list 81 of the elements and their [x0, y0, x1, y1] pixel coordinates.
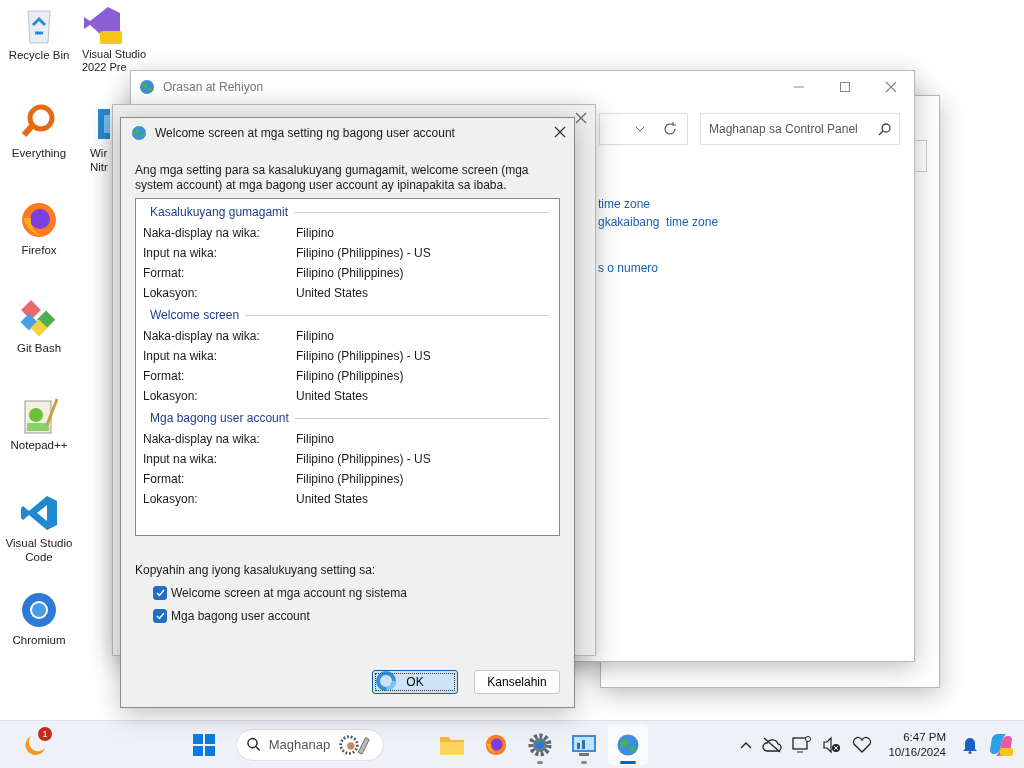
settings-link[interactable]: time zone — [598, 195, 914, 213]
taskbar-search-field[interactable]: Maghanap — [236, 728, 384, 761]
settings-icon — [528, 732, 552, 757]
taskbar-app-button[interactable] — [608, 724, 648, 765]
setting-value: United States — [296, 389, 370, 403]
setting-label: Format: — [143, 369, 186, 383]
desktop-icon-label: Visual Studio 2022 Pre — [82, 48, 147, 74]
setting-label: Input na wika: — [143, 349, 219, 363]
setting-value: Filipino — [296, 226, 335, 240]
notification-badge: 1 — [38, 726, 52, 741]
copy-label: Kopyahin ang iyong kasalukuyang setting sa: — [135, 563, 377, 577]
start-icon[interactable] — [193, 733, 215, 756]
desktop-icon-label: Recycle Bin — [7, 48, 71, 62]
setting-label: Format: — [143, 472, 186, 486]
setting-value: United States — [296, 492, 370, 506]
bell-icon[interactable] — [962, 735, 978, 754]
globe-icon — [131, 125, 147, 141]
desktop-icon-label: Git Bash — [15, 341, 63, 355]
group-title: Kasalukuyang gumagamit — [150, 205, 289, 219]
globe-icon — [616, 732, 640, 757]
monitor-chart-icon — [571, 732, 597, 757]
settings-link[interactable]: s o numero — [598, 259, 914, 277]
setting-value: Filipino (Philippines) — [296, 369, 405, 383]
setting-value: Filipino — [296, 432, 335, 446]
search-icon — [878, 122, 891, 136]
dialog-button[interactable]: OK — [372, 670, 458, 694]
setting-value: Filipino — [296, 329, 335, 343]
description-text: Ang mga setting para sa kasalukuyang gumagamit, welcome screen (mga system account) at mga bagong user account ay ipinapakita sa ibaba. — [135, 163, 530, 193]
desktop-icon-label: Wir Nitr — [90, 146, 109, 174]
setting-label: Lokasyon: — [143, 389, 199, 403]
checkbox[interactable] — [153, 586, 167, 600]
close-icon[interactable] — [554, 125, 566, 138]
setting-label: Input na wika: — [143, 452, 219, 466]
vs-app-icon[interactable] — [82, 5, 122, 45]
desktop-icon-label: Everything — [10, 146, 68, 160]
search-field[interactable]: Maghanap sa Control Panel — [700, 113, 900, 145]
search-icon — [247, 737, 261, 752]
setting-label: Naka-display na wika: — [143, 432, 261, 446]
desktop-icon-label: Visual Studio Code — [4, 536, 74, 564]
checkbox-label[interactable]: Welcome screen at mga account ng sistema — [171, 586, 407, 600]
checkbox-label[interactable]: Mga bagong user account — [171, 609, 310, 623]
setting-label: Naka-display na wika: — [143, 226, 261, 240]
checkbox[interactable] — [153, 609, 167, 623]
desktop-icon-label: Chromium — [11, 633, 67, 647]
setting-value: Filipino (Philippines) — [296, 266, 405, 280]
display-icon[interactable] — [792, 735, 813, 754]
close-icon[interactable] — [575, 112, 587, 124]
globe-icon — [139, 79, 155, 95]
firefox-icon — [484, 732, 508, 757]
setting-label: Lokasyon: — [143, 492, 199, 506]
group-title: Mga bagong user account — [150, 411, 289, 425]
setting-value: Filipino (Philippines) - US — [296, 452, 432, 466]
firefox-app-icon[interactable] — [19, 200, 59, 240]
desktop-icon-label: Notepad++ — [9, 438, 69, 452]
dialog-title: Welcome screen at mga setting ng bagong user account — [155, 126, 455, 140]
setting-label: Naka-display na wika: — [143, 329, 261, 343]
cloud-off-icon[interactable] — [762, 736, 783, 753]
desktop-icon-label: Firefox — [20, 243, 58, 257]
address-field[interactable] — [599, 113, 688, 145]
heart-icon[interactable] — [852, 735, 873, 754]
busy-cursor-icon — [375, 670, 397, 692]
dialog-button[interactable]: Kanselahin — [474, 670, 560, 694]
setting-value: United States — [296, 286, 370, 300]
clock-button[interactable]: 6:47 PM 10/16/2024 — [888, 729, 946, 760]
window-title: Orasan at Rehiyon — [163, 80, 264, 94]
maximize-icon[interactable] — [840, 82, 850, 92]
setting-label: Lokasyon: — [143, 286, 199, 300]
widgets-button[interactable]: 1 — [18, 726, 54, 763]
setting-value: Filipino (Philippines) — [296, 472, 405, 486]
setting-label: Input na wika: — [143, 246, 219, 260]
group-title: Welcome screen — [150, 308, 240, 322]
chevron-down-icon[interactable] — [635, 126, 645, 132]
chromium-app-icon[interactable] — [19, 590, 59, 630]
vscode-app-icon[interactable] — [19, 493, 59, 533]
setting-value: Filipino (Philippines) - US — [296, 349, 432, 363]
setting-label: Format: — [143, 266, 186, 280]
speaker-muted-icon[interactable] — [822, 735, 843, 754]
caret-up-icon[interactable] — [740, 740, 753, 749]
refresh-icon[interactable] — [663, 122, 677, 136]
settings-link[interactable]: gkakaibang time zone — [598, 213, 914, 231]
setting-value: Filipino (Philippines) - US — [296, 246, 432, 260]
